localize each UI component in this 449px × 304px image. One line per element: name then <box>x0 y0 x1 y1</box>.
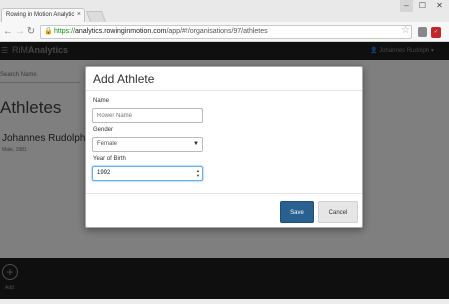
gender-label: Gender <box>93 127 114 133</box>
gender-value: Female <box>97 141 118 147</box>
back-arrow-icon[interactable]: ← <box>3 25 13 38</box>
cancel-button[interactable]: Cancel <box>318 201 358 223</box>
maximize-button[interactable]: ☐ <box>416 0 429 12</box>
modal-header: Add Athlete <box>86 67 362 91</box>
add-athlete-dialog: Add Athlete Name Gender Female ▼ Year of… <box>85 66 363 228</box>
close-window-button[interactable]: ✕ <box>432 0 447 12</box>
modal-title: Add Athlete <box>93 72 155 86</box>
url-protocol: https:// <box>54 28 76 35</box>
gender-select[interactable]: Female ▼ <box>92 137 203 152</box>
browser-window: Rowing in Motion Analytic × – ☐ ✕ ← → ↻ … <box>0 0 449 304</box>
browser-tab[interactable]: Rowing in Motion Analytic × <box>1 8 85 22</box>
year-of-birth-input[interactable]: 1992 ▲ ▼ <box>92 166 203 181</box>
minimize-button[interactable]: – <box>400 0 413 12</box>
year-label: Year of Birth <box>93 156 126 162</box>
reload-icon[interactable]: ↻ <box>26 25 36 38</box>
stepper-arrows-icon[interactable]: ▲ ▼ <box>196 168 200 178</box>
window-bottom-edge <box>0 299 449 304</box>
extension-icon[interactable] <box>418 27 427 37</box>
modal-footer-divider <box>86 193 362 194</box>
lock-icon: 🔒 <box>44 28 53 35</box>
save-button[interactable]: Save <box>280 201 314 223</box>
tab-strip: Rowing in Motion Analytic × – ☐ ✕ <box>0 0 449 22</box>
url-path: /app/#!/organisations/97/athletes <box>166 28 268 35</box>
chevron-down-icon: ▼ <box>193 141 199 147</box>
forward-arrow-icon[interactable]: → <box>15 25 25 38</box>
name-input[interactable] <box>92 108 203 123</box>
name-label: Name <box>93 98 110 104</box>
url-host: analytics.rowinginmotion.com <box>75 28 167 35</box>
bookmark-star-icon[interactable]: ☆ <box>401 25 410 36</box>
year-value: 1992 <box>97 170 111 176</box>
tab-close-icon[interactable]: × <box>77 11 81 18</box>
tab-title: Rowing in Motion Analytic <box>6 12 75 18</box>
address-bar[interactable]: 🔒 https://analytics.rowinginmotion.com/a… <box>40 25 412 39</box>
shield-extension-icon[interactable]: ✓ <box>431 27 441 38</box>
new-tab-button[interactable] <box>85 11 107 22</box>
browser-toolbar: ← → ↻ 🔒 https://analytics.rowinginmotion… <box>0 22 449 42</box>
